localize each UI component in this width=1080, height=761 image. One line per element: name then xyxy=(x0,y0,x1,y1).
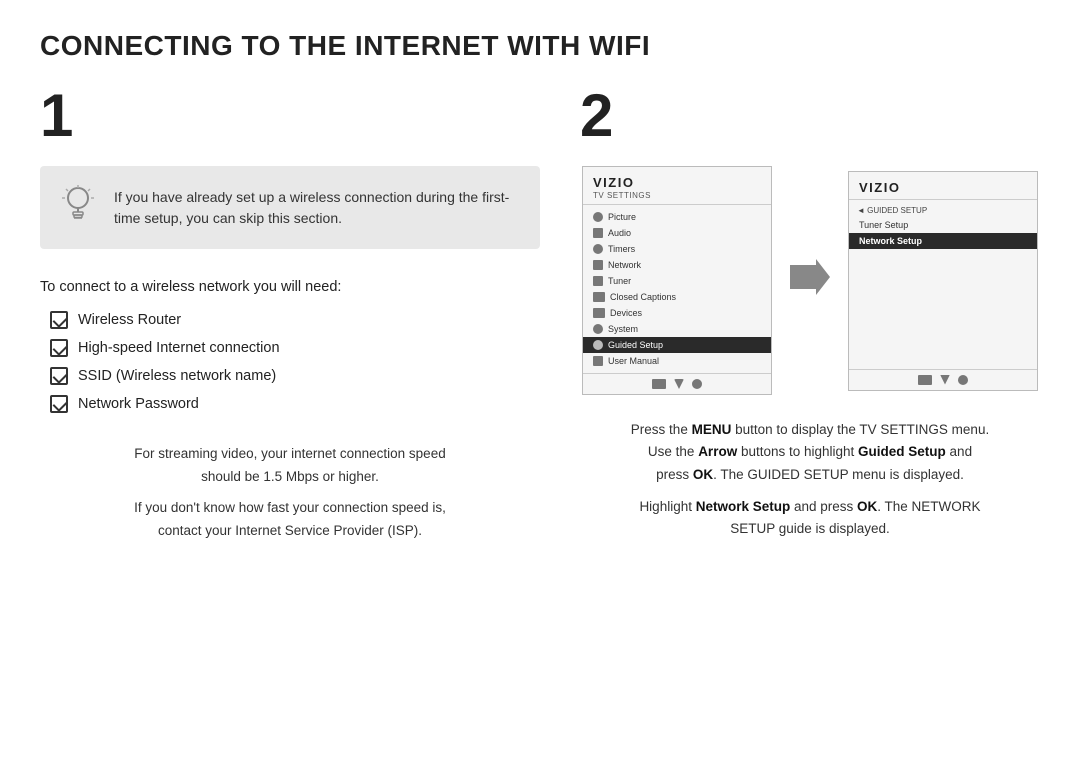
guided-setup-icon xyxy=(593,340,603,350)
check-icon-2 xyxy=(50,339,68,357)
checklist: Wireless Router High-speed Internet conn… xyxy=(40,311,540,413)
screen2-footer xyxy=(849,369,1037,390)
screen1-brand: VIZIO xyxy=(593,175,761,190)
menu-item-devices: Devices xyxy=(583,305,771,321)
screen1-header: VIZIO TV SETTINGS xyxy=(583,167,771,205)
screen1-menu: Picture Audio Timers Network xyxy=(583,205,771,373)
list-item: High-speed Internet connection xyxy=(50,339,540,357)
screen2-guided-header: ◄ GUIDED SETUP Tuner Setup Network Setup xyxy=(849,200,1037,249)
checklist-item-2: High-speed Internet connection xyxy=(78,340,280,356)
page-title: CONNECTING TO THE INTERNET WITH WIFI xyxy=(40,30,1040,62)
devices-icon xyxy=(593,308,605,318)
vizio-screen2: VIZIO ◄ GUIDED SETUP Tuner Setup Network… xyxy=(848,171,1038,391)
screen1-subtitle: TV SETTINGS xyxy=(593,191,761,200)
menu-item-system: System xyxy=(583,321,771,337)
step2-number: 2 xyxy=(580,86,1040,146)
instructions: Press the MENU button to display the TV … xyxy=(580,419,1040,540)
footer-icon-5 xyxy=(940,375,950,385)
connect-intro: To connect to a wireless network you wil… xyxy=(40,279,540,295)
screen2-back: ◄ GUIDED SETUP xyxy=(849,204,1037,217)
list-item: Wireless Router xyxy=(50,311,540,329)
step1-number: 1 xyxy=(40,86,540,146)
screen2-empty-area xyxy=(849,249,1037,369)
menu-item-picture: Picture xyxy=(583,209,771,225)
footer-icon-3 xyxy=(692,379,702,389)
step2-column: 2 VIZIO TV SETTINGS Picture Audio xyxy=(580,86,1040,543)
audio-icon xyxy=(593,228,603,238)
instructions-para2: Highlight Network Setup and press OK. Th… xyxy=(580,496,1040,541)
instructions-para1: Press the MENU button to display the TV … xyxy=(580,419,1040,486)
menu-item-user-manual: User Manual xyxy=(583,353,771,369)
menu-item-network: Network xyxy=(583,257,771,273)
footer-icon-1 xyxy=(652,379,666,389)
captions-icon xyxy=(593,292,605,302)
menu-item-timers: Timers xyxy=(583,241,771,257)
menu-item-guided-setup: Guided Setup xyxy=(583,337,771,353)
screen1-footer xyxy=(583,373,771,394)
speed-note-line1: For streaming video, your internet conne… xyxy=(40,443,540,489)
list-item: Network Password xyxy=(50,395,540,413)
screen2-tuner-setup: Tuner Setup xyxy=(849,217,1037,233)
checklist-item-1: Wireless Router xyxy=(78,312,181,328)
check-icon-3 xyxy=(50,367,68,385)
notice-box: If you have already set up a wireless co… xyxy=(40,166,540,249)
menu-item-tuner: Tuner xyxy=(583,273,771,289)
picture-icon xyxy=(593,212,603,222)
system-icon xyxy=(593,324,603,334)
footer-icon-2 xyxy=(674,379,684,389)
checklist-item-3: SSID (Wireless network name) xyxy=(78,368,276,384)
list-item: SSID (Wireless network name) xyxy=(50,367,540,385)
arrow-right-icon xyxy=(790,259,830,303)
screens-row: VIZIO TV SETTINGS Picture Audio Timers xyxy=(580,166,1040,395)
tuner-icon xyxy=(593,276,603,286)
check-icon-4 xyxy=(50,395,68,413)
vizio-screen1: VIZIO TV SETTINGS Picture Audio Timers xyxy=(582,166,772,395)
footer-icon-6 xyxy=(958,375,968,385)
user-manual-icon xyxy=(593,356,603,366)
speed-note-line2: If you don't know how fast your connecti… xyxy=(40,497,540,543)
screen2-network-setup: Network Setup xyxy=(849,233,1037,249)
check-icon-1 xyxy=(50,311,68,329)
lightbulb-icon xyxy=(60,184,96,231)
screen2-brand: VIZIO xyxy=(859,180,1027,195)
notice-text: If you have already set up a wireless co… xyxy=(114,187,520,229)
footer-icon-4 xyxy=(918,375,932,385)
menu-item-closed-captions: Closed Captions xyxy=(583,289,771,305)
network-icon xyxy=(593,260,603,270)
timers-icon xyxy=(593,244,603,254)
screen2-header: VIZIO xyxy=(849,172,1037,200)
step1-column: 1 If you have a xyxy=(40,86,540,543)
checklist-item-4: Network Password xyxy=(78,396,199,412)
menu-item-audio: Audio xyxy=(583,225,771,241)
speed-note: For streaming video, your internet conne… xyxy=(40,443,540,543)
